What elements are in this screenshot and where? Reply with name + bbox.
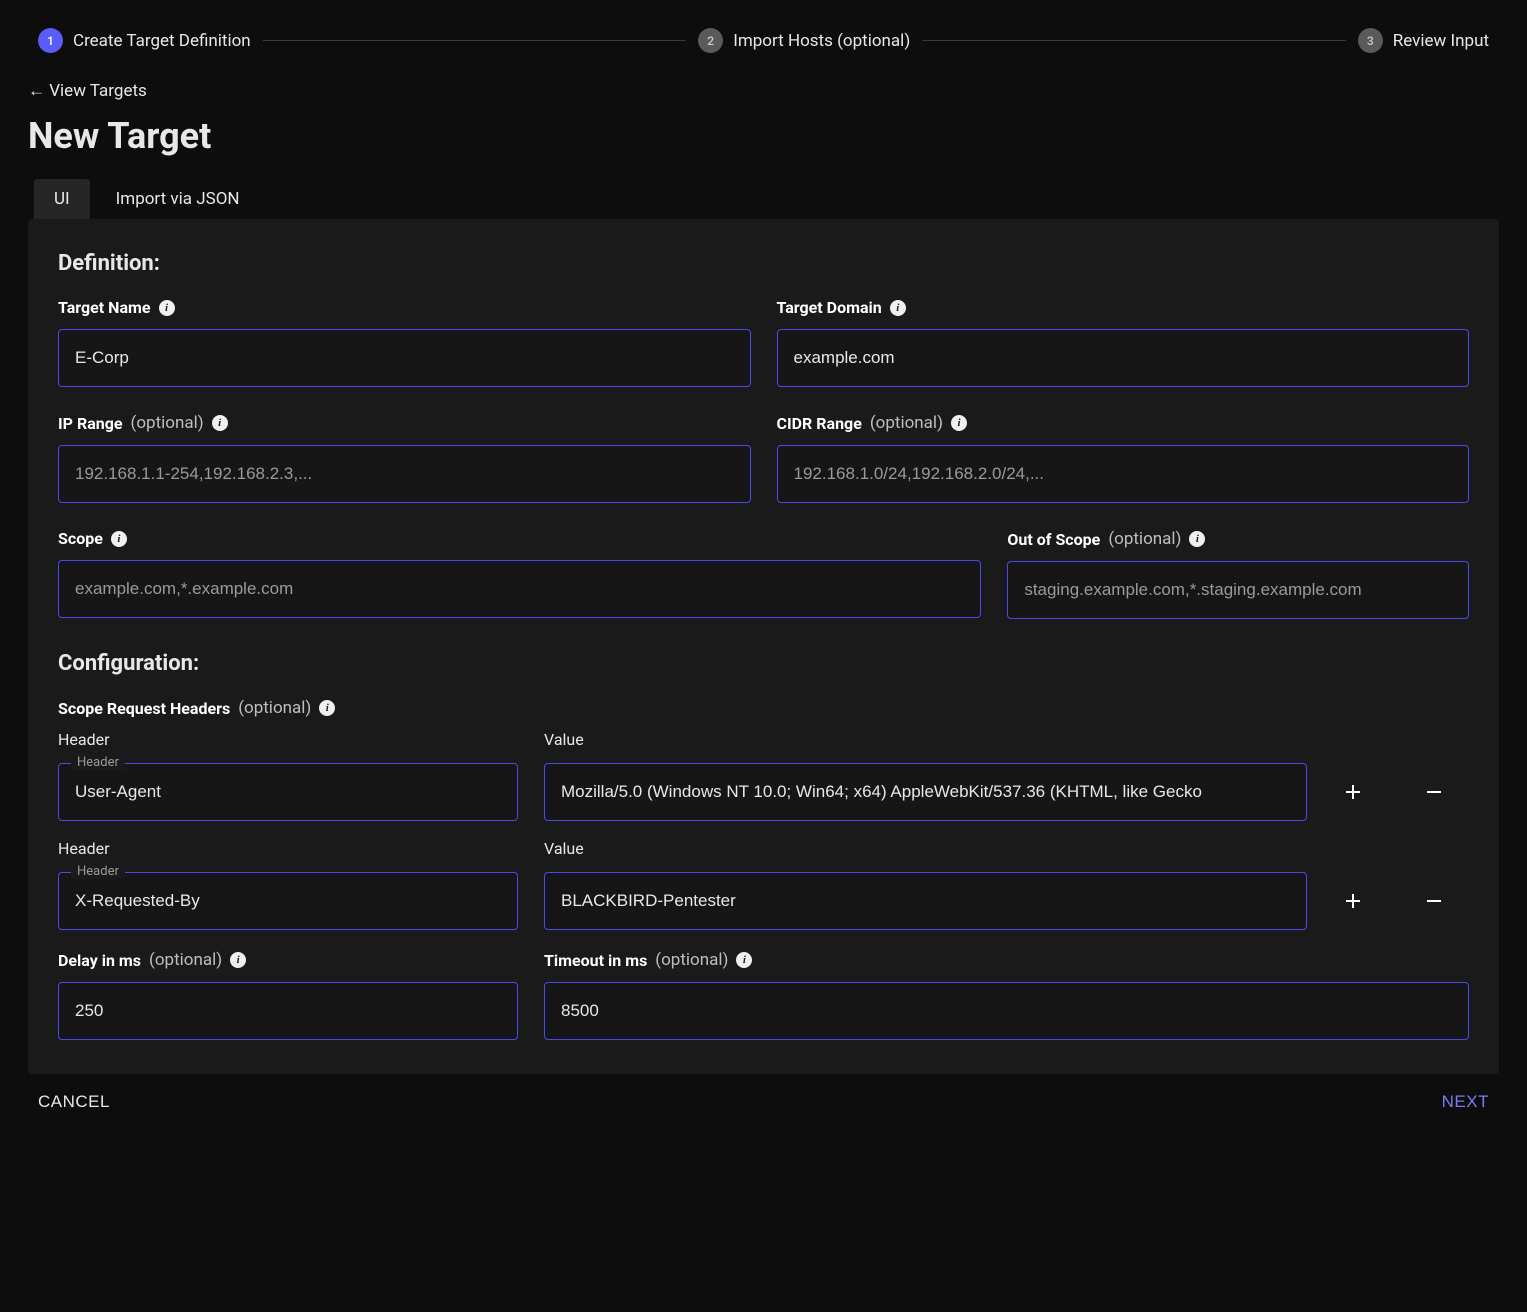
target-name-input[interactable] xyxy=(58,329,751,387)
header-col-label: Header xyxy=(58,730,518,749)
value-col-label: Value xyxy=(544,730,1307,749)
timeout-label: Timeout in ms xyxy=(544,951,647,970)
step-circle-2: 2 xyxy=(698,28,723,53)
scope-input[interactable] xyxy=(58,560,981,618)
tab-import-json[interactable]: Import via JSON xyxy=(96,179,260,219)
ip-range-input[interactable] xyxy=(58,445,751,503)
definition-title: Definition: xyxy=(58,251,1469,276)
header-value-field xyxy=(544,763,1307,821)
header-legend: Header xyxy=(71,864,125,879)
header-value-input[interactable] xyxy=(545,873,1306,929)
add-header-button[interactable] xyxy=(1333,772,1373,812)
configuration-title: Configuration: xyxy=(58,651,1469,676)
info-icon[interactable]: i xyxy=(159,300,175,316)
next-button[interactable]: NEXT xyxy=(1442,1092,1489,1112)
scope-label: Scope xyxy=(58,529,103,548)
plus-icon xyxy=(1343,782,1363,802)
header-name-input[interactable] xyxy=(59,764,517,820)
add-header-button[interactable] xyxy=(1333,881,1373,921)
minus-icon xyxy=(1424,891,1444,911)
timeout-optional: (optional) xyxy=(655,950,728,970)
delay-optional: (optional) xyxy=(149,950,222,970)
plus-icon xyxy=(1343,891,1363,911)
field-delay: Delay in ms (optional) i xyxy=(58,950,518,1040)
footer: CANCEL NEXT xyxy=(28,1092,1499,1112)
ip-range-label: IP Range xyxy=(58,414,123,433)
field-timeout: Timeout in ms (optional) i xyxy=(544,950,1469,1040)
headers-optional: (optional) xyxy=(238,698,311,718)
target-domain-label: Target Domain xyxy=(777,298,882,317)
info-icon[interactable]: i xyxy=(230,952,246,968)
header-name-input[interactable] xyxy=(59,873,517,929)
step-label-1: Create Target Definition xyxy=(73,31,251,51)
info-icon[interactable]: i xyxy=(890,300,906,316)
out-of-scope-label: Out of Scope xyxy=(1007,530,1100,549)
form-panel: Definition: Target Name i Target Domain … xyxy=(28,219,1499,1074)
minus-icon xyxy=(1424,782,1444,802)
step-label-3: Review Input xyxy=(1393,31,1489,51)
step-connector xyxy=(922,40,1346,41)
field-target-name: Target Name i xyxy=(58,298,751,387)
tabs: UI Import via JSON xyxy=(28,179,1499,219)
step-3[interactable]: 3 Review Input xyxy=(1358,28,1489,53)
info-icon[interactable]: i xyxy=(1189,531,1205,547)
delay-label: Delay in ms xyxy=(58,951,141,970)
info-icon[interactable]: i xyxy=(111,531,127,547)
header-legend: Header xyxy=(71,755,125,770)
cidr-range-input[interactable] xyxy=(777,445,1470,503)
field-scope: Scope i xyxy=(58,529,981,619)
cidr-range-optional: (optional) xyxy=(870,413,943,433)
field-cidr-range: CIDR Range (optional) i xyxy=(777,413,1470,503)
step-2[interactable]: 2 Import Hosts (optional) xyxy=(698,28,910,53)
tab-ui[interactable]: UI xyxy=(34,179,90,219)
info-icon[interactable]: i xyxy=(212,415,228,431)
out-of-scope-input[interactable] xyxy=(1007,561,1469,619)
header-value-input[interactable] xyxy=(545,764,1306,820)
back-link[interactable]: ← View Targets xyxy=(28,81,147,101)
field-target-domain: Target Domain i xyxy=(777,298,1470,387)
target-name-label: Target Name xyxy=(58,298,151,317)
remove-header-button[interactable] xyxy=(1414,772,1454,812)
info-icon[interactable]: i xyxy=(736,952,752,968)
step-connector xyxy=(263,40,687,41)
value-col-label: Value xyxy=(544,839,1307,858)
info-icon[interactable]: i xyxy=(319,700,335,716)
ip-range-optional: (optional) xyxy=(131,413,204,433)
stepper: 1 Create Target Definition 2 Import Host… xyxy=(28,28,1499,53)
delay-input[interactable] xyxy=(58,982,518,1040)
step-1[interactable]: 1 Create Target Definition xyxy=(38,28,251,53)
step-circle-1: 1 xyxy=(38,28,63,53)
info-icon[interactable]: i xyxy=(951,415,967,431)
field-out-of-scope: Out of Scope (optional) i xyxy=(1007,529,1469,619)
cidr-range-label: CIDR Range xyxy=(777,414,862,433)
header-name-field: Header xyxy=(58,872,518,930)
step-circle-3: 3 xyxy=(1358,28,1383,53)
step-label-2: Import Hosts (optional) xyxy=(733,31,910,51)
out-of-scope-optional: (optional) xyxy=(1108,529,1181,549)
header-value-field xyxy=(544,872,1307,930)
target-domain-input[interactable] xyxy=(777,329,1470,387)
header-col-label: Header xyxy=(58,839,518,858)
header-name-field: Header xyxy=(58,763,518,821)
field-ip-range: IP Range (optional) i xyxy=(58,413,751,503)
cancel-button[interactable]: CANCEL xyxy=(38,1092,110,1112)
headers-label: Scope Request Headers xyxy=(58,699,230,718)
remove-header-button[interactable] xyxy=(1414,881,1454,921)
page-title: New Target xyxy=(28,115,1499,157)
timeout-input[interactable] xyxy=(544,982,1469,1040)
